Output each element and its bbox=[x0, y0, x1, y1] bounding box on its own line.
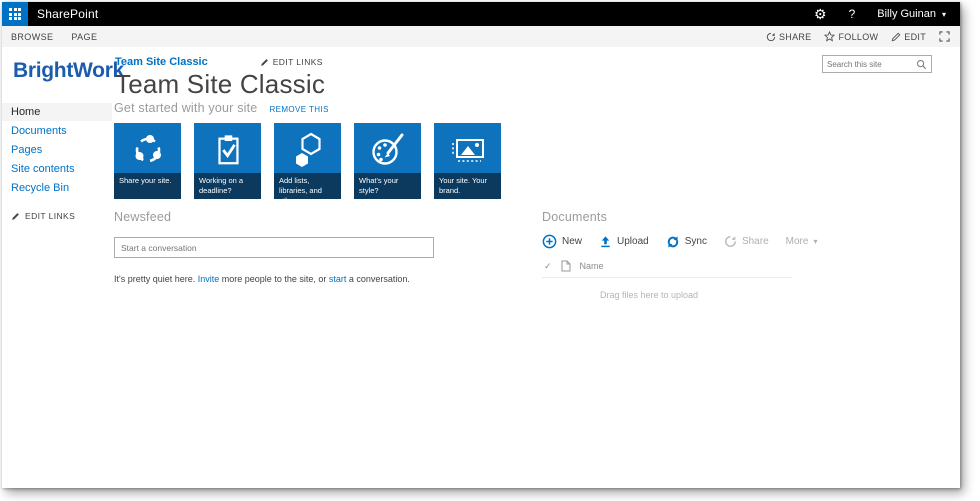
getting-started-tiles: Share your site. Working on a deadline? … bbox=[114, 123, 960, 205]
breadcrumb: Team Site Classic EDIT LINKS bbox=[115, 56, 323, 68]
getting-started-title: Get started with your site bbox=[114, 101, 258, 115]
sidebar-item-home[interactable]: Home bbox=[2, 103, 112, 121]
pencil-icon bbox=[12, 212, 19, 220]
caret-down-icon: ▾ bbox=[941, 9, 946, 19]
ribbon-actions: SHARE FOLLOW EDIT bbox=[766, 31, 960, 42]
start-conversation-link[interactable]: start bbox=[329, 274, 347, 284]
help-button[interactable]: ? bbox=[849, 7, 856, 21]
nav-edit-links-button[interactable]: EDIT LINKS bbox=[11, 211, 112, 221]
focus-corners-icon bbox=[939, 31, 950, 42]
share-icon bbox=[766, 32, 776, 41]
newsfeed-webpart: Newsfeed It's pretty quiet here. Invite … bbox=[114, 210, 436, 284]
conversation-input[interactable] bbox=[115, 242, 433, 253]
tile-caption: Add lists, libraries, and other apps. bbox=[274, 173, 341, 205]
app-launcher-button[interactable] bbox=[2, 2, 28, 26]
conversation-box[interactable] bbox=[114, 237, 434, 258]
edit-button[interactable]: EDIT bbox=[891, 32, 926, 42]
pencil-icon bbox=[260, 58, 268, 66]
share-circle-icon bbox=[114, 127, 181, 173]
tab-page[interactable]: PAGE bbox=[71, 32, 97, 42]
clipboard-check-icon bbox=[194, 127, 261, 173]
star-icon bbox=[824, 31, 836, 42]
main-content: Get started with your site REMOVE THIS S… bbox=[114, 97, 960, 488]
page-title: Team Site Classic bbox=[115, 69, 326, 99]
documents-title[interactable]: Documents bbox=[542, 210, 802, 224]
user-menu[interactable]: Billy Guinan ▾ bbox=[877, 8, 946, 20]
tile-share-your-site[interactable]: Share your site. bbox=[114, 123, 181, 199]
follow-button[interactable]: FOLLOW bbox=[824, 31, 878, 42]
suite-bar-right: ⚙ ? Billy Guinan ▾ bbox=[814, 7, 960, 21]
brightwork-logo[interactable]: BrightWork bbox=[13, 59, 124, 83]
getting-started-header: Get started with your site REMOVE THIS bbox=[114, 101, 960, 115]
upload-arrow-icon bbox=[601, 236, 610, 248]
circle-plus-icon bbox=[542, 234, 557, 249]
more-menu-button[interactable]: More ▾ bbox=[786, 236, 818, 247]
tile-working-on-deadline[interactable]: Working on a deadline? bbox=[194, 123, 261, 199]
tab-browse[interactable]: BROWSE bbox=[11, 32, 53, 42]
share-document-button[interactable]: Share bbox=[724, 235, 769, 248]
sidebar-item-recycle-bin[interactable]: Recycle Bin bbox=[2, 179, 112, 197]
invite-link[interactable]: Invite bbox=[198, 274, 220, 284]
sharepoint-page: SharePoint ⚙ ? Billy Guinan ▾ BROWSE PAG… bbox=[2, 2, 960, 488]
search-input[interactable] bbox=[823, 59, 916, 69]
name-column-header[interactable]: Name bbox=[580, 261, 604, 271]
drag-drop-hint: Drag files here to upload bbox=[600, 290, 699, 300]
focus-mode-button[interactable] bbox=[939, 31, 950, 42]
tile-whats-your-style[interactable]: What's your style? bbox=[354, 123, 421, 199]
share-disabled-icon bbox=[724, 235, 736, 247]
user-name: Billy Guinan bbox=[877, 8, 936, 20]
sidebar-item-documents[interactable]: Documents bbox=[2, 122, 112, 140]
ribbon-bar: BROWSE PAGE SHARE FOLLOW EDIT bbox=[2, 26, 960, 47]
sync-button[interactable]: Sync bbox=[666, 235, 707, 249]
palette-brush-icon bbox=[354, 127, 421, 173]
edit-links-button[interactable]: EDIT LINKS bbox=[260, 57, 323, 67]
site-search[interactable] bbox=[822, 55, 932, 73]
ribbon-tabs: BROWSE PAGE bbox=[2, 32, 97, 42]
picture-icon bbox=[434, 127, 501, 173]
upload-document-button[interactable]: Upload bbox=[599, 235, 649, 248]
magnifier-icon[interactable] bbox=[916, 59, 927, 70]
suite-brand: SharePoint bbox=[37, 7, 99, 21]
settings-gear-icon[interactable]: ⚙ bbox=[814, 7, 827, 21]
sync-arrows-icon bbox=[667, 235, 678, 248]
newsfeed-title: Newsfeed bbox=[114, 210, 172, 224]
apps-hexagon-icon bbox=[274, 127, 341, 173]
tile-add-lists-apps[interactable]: Add lists, libraries, and other apps. bbox=[274, 123, 341, 205]
document-icon bbox=[561, 260, 571, 272]
select-all-checkmark[interactable]: ✓ bbox=[544, 261, 552, 272]
documents-header-row: ✓ Name bbox=[542, 260, 792, 278]
sidebar-item-pages[interactable]: Pages bbox=[2, 141, 112, 159]
tile-caption: Share your site. bbox=[114, 173, 181, 199]
newsfeed-empty-text: It's pretty quiet here. Invite more peop… bbox=[114, 274, 410, 284]
documents-webpart: Documents New Upload Sync Share More ▾ ✓… bbox=[542, 210, 817, 300]
tile-caption: What's your style? bbox=[354, 173, 421, 199]
site-header: BrightWork Team Site Classic EDIT LINKS … bbox=[2, 47, 960, 99]
left-nav: Home Documents Pages Site contents Recyc… bbox=[2, 97, 112, 221]
remove-this-link[interactable]: REMOVE THIS bbox=[269, 105, 328, 114]
breadcrumb-site-link[interactable]: Team Site Classic bbox=[115, 56, 208, 68]
sidebar-item-site-contents[interactable]: Site contents bbox=[2, 160, 112, 178]
documents-toolbar: New Upload Sync Share More ▾ bbox=[542, 234, 817, 249]
pencil-icon bbox=[891, 32, 901, 41]
tile-caption: Your site. Your brand. bbox=[434, 173, 501, 199]
waffle-icon bbox=[9, 8, 21, 20]
suite-bar: SharePoint ⚙ ? Billy Guinan ▾ bbox=[2, 2, 960, 26]
tile-your-site-your-brand[interactable]: Your site. Your brand. bbox=[434, 123, 501, 199]
new-document-button[interactable]: New bbox=[542, 234, 582, 249]
caret-down-icon: ▾ bbox=[813, 237, 818, 246]
share-button[interactable]: SHARE bbox=[766, 32, 812, 42]
tile-caption: Working on a deadline? bbox=[194, 173, 261, 199]
